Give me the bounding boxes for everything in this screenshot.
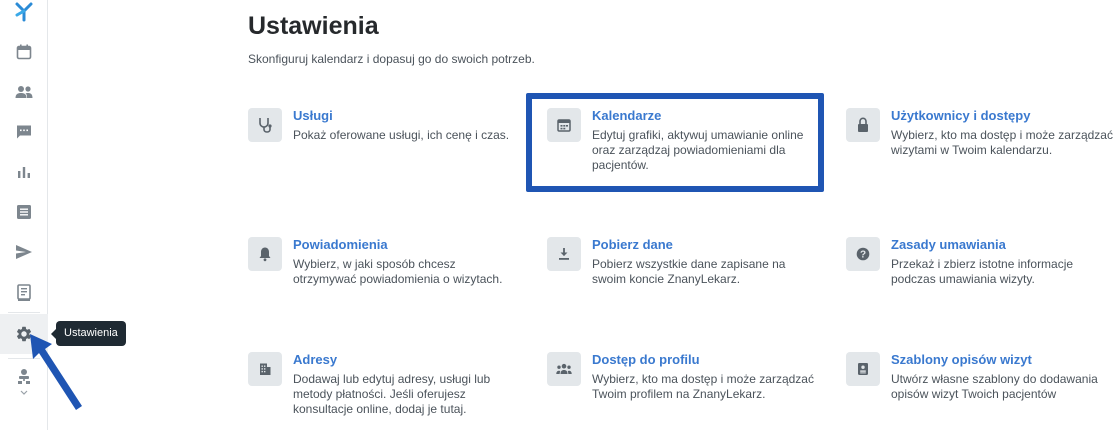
card-description: Dodawaj lub edytuj adresy, usługi lub me…	[293, 372, 491, 416]
card-calendars[interactable]: Kalendarze Edytuj grafiki, aktywuj umawi…	[547, 108, 817, 173]
question-icon: ?	[846, 237, 880, 271]
card-booking-rules[interactable]: ? Zasady umawiania Przekaż i zbierz isto…	[846, 237, 1116, 287]
building-icon	[248, 352, 282, 386]
divider	[8, 312, 40, 313]
card-title[interactable]: Szablony opisów wizyt	[891, 352, 1116, 368]
stats-icon[interactable]	[0, 152, 48, 192]
page-title: Ustawienia	[248, 12, 379, 40]
card-title[interactable]: Pobierz dane	[592, 237, 817, 253]
template-icon	[846, 352, 880, 386]
card-download-data[interactable]: Pobierz dane Pobierz wszystkie dane zapi…	[547, 237, 817, 287]
card-description: Wybierz, kto ma dostęp i może zarządzać …	[592, 372, 814, 401]
card-title[interactable]: Zasady umawiania	[891, 237, 1116, 253]
calendar-icon[interactable]	[0, 32, 48, 72]
card-title[interactable]: Adresy	[293, 352, 518, 368]
card-notifications[interactable]: Powiadomienia Wybierz, w jaki sposób chc…	[248, 237, 518, 287]
calendar-icon	[547, 108, 581, 142]
card-addresses[interactable]: Adresy Dodawaj lub edytuj adresy, usługi…	[248, 352, 518, 417]
card-description: Wybierz, kto ma dostęp i może zarządzać …	[891, 128, 1113, 157]
download-icon	[547, 237, 581, 271]
settings-main: Ustawienia Skonfiguruj kalendarz i dopas…	[248, 0, 1113, 430]
card-title[interactable]: Użytkownicy i dostępy	[891, 108, 1116, 124]
card-description: Utwórz własne szablony do dodawania opis…	[891, 372, 1098, 401]
card-description: Przekaż i zbierz istotne informacje podc…	[891, 257, 1074, 286]
logo-icon[interactable]	[0, 0, 48, 32]
card-visit-templates[interactable]: Szablony opisów wizyt Utwórz własne szab…	[846, 352, 1116, 402]
patients-icon[interactable]	[0, 72, 48, 112]
card-services[interactable]: Usługi Pokaż oferowane usługi, ich cenę …	[248, 108, 518, 143]
stethoscope-icon	[248, 108, 282, 142]
page-subtitle: Skonfiguruj kalendarz i dopasuj go do sw…	[248, 52, 535, 66]
group-icon	[547, 352, 581, 386]
card-profile-access[interactable]: Dostęp do profilu Wybierz, kto ma dostęp…	[547, 352, 817, 402]
card-title[interactable]: Kalendarze	[592, 108, 817, 124]
svg-text:?: ?	[860, 250, 866, 261]
card-title[interactable]: Powiadomienia	[293, 237, 518, 253]
card-description: Wybierz, w jaki sposób chcesz otrzymywać…	[293, 257, 503, 286]
messages-icon[interactable]	[0, 112, 48, 152]
send-icon[interactable]	[0, 232, 48, 272]
lock-icon	[846, 108, 880, 142]
card-title[interactable]: Usługi	[293, 108, 509, 124]
card-description: Pobierz wszystkie dane zapisane na swoim…	[592, 257, 786, 286]
card-title[interactable]: Dostęp do profilu	[592, 352, 817, 368]
list-icon[interactable]	[0, 192, 48, 232]
pointer-arrow-icon	[30, 334, 82, 410]
bell-icon	[248, 237, 282, 271]
card-description: Pokaż oferowane usługi, ich cenę i czas.	[293, 128, 510, 142]
card-users-access[interactable]: Użytkownicy i dostępy Wybierz, kto ma do…	[846, 108, 1116, 158]
book-icon[interactable]	[0, 273, 48, 313]
card-description: Edytuj grafiki, aktywuj umawianie online…	[592, 128, 804, 172]
